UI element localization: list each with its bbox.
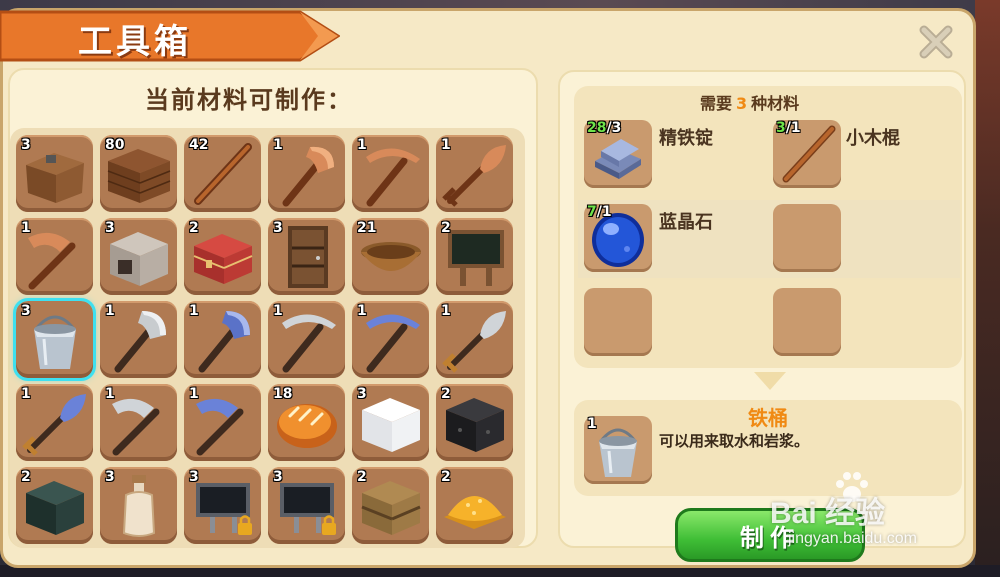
craftable-item-slot[interactable]: 3 (13, 298, 96, 381)
craftable-item-slot[interactable]: 1 (268, 301, 345, 378)
item-count: 3 (189, 469, 199, 485)
craftable-item-slot[interactable]: 2 (16, 467, 93, 544)
down-arrow-icon (754, 372, 786, 390)
window-title: 工具箱 (78, 22, 192, 62)
item-count: 1 (441, 137, 451, 153)
item-count: 3 (273, 220, 283, 236)
craftable-item-slot[interactable]: 1 (184, 301, 261, 378)
craftable-item-slot[interactable]: 2 (184, 218, 261, 295)
item-count: 3 (273, 469, 283, 485)
material-slot-small-stick[interactable]: 3/1 (773, 120, 841, 188)
item-count: 3 (357, 386, 367, 402)
requirements-heading: 需要 3 种材料 (700, 90, 799, 114)
item-count: 80 (105, 137, 125, 153)
item-count: 1 (357, 303, 367, 319)
close-x-icon (919, 25, 953, 59)
watermark-url: jingyan.baidu.com (788, 530, 917, 547)
craftable-item-slot[interactable]: 1 (100, 301, 177, 378)
item-count: 1 (21, 220, 31, 236)
item-count: 3 (105, 220, 115, 236)
item-count: 1 (21, 386, 31, 402)
craftable-item-slot[interactable]: 1 (436, 135, 513, 212)
item-count: 18 (273, 386, 293, 402)
item-count: 1 (441, 303, 451, 319)
craftable-item-slot[interactable]: 3 (352, 384, 429, 461)
craftable-heading: 当前材料可制作： (145, 86, 353, 114)
item-count: 2 (189, 220, 199, 236)
material-slot-empty[interactable] (773, 204, 841, 272)
craftable-item-slot[interactable]: 1 (352, 135, 429, 212)
material-slot-refined-iron[interactable]: 28/3 (584, 120, 652, 188)
craftable-item-slot[interactable]: 2 (436, 467, 513, 544)
item-count: 3 (21, 137, 31, 153)
item-count: 3 (105, 469, 115, 485)
item-count: 2 (357, 469, 367, 485)
craftable-item-slot[interactable]: 3 (268, 467, 345, 544)
item-count: 2 (441, 386, 451, 402)
item-count: 1 (273, 303, 283, 319)
material-slot-empty[interactable] (584, 288, 652, 356)
craftable-item-slot[interactable]: 1 (100, 384, 177, 461)
craftable-item-slot[interactable]: 2 (436, 218, 513, 295)
baidu-watermark: Bai 经验 jingyan.baidu.com (770, 470, 970, 560)
close-button[interactable] (914, 20, 958, 64)
result-count: 1 (587, 416, 597, 432)
result-description: 可以用来取水和岩浆。 (659, 432, 810, 450)
material-count: 3/1 (776, 120, 801, 136)
craftable-item-slot[interactable]: 2 (352, 467, 429, 544)
craftable-item-slot[interactable]: 1 (268, 135, 345, 212)
craftable-item-slot[interactable]: 1 (16, 218, 93, 295)
material-name: 精铁锭 (659, 128, 713, 149)
material-count: 7/1 (587, 204, 612, 220)
requirements-prefix: 需要 (700, 94, 733, 113)
item-count: 1 (189, 303, 199, 319)
item-count: 1 (357, 137, 367, 153)
craftable-item-slot[interactable]: 3 (268, 218, 345, 295)
item-count: 1 (189, 386, 199, 402)
item-count: 2 (441, 220, 451, 236)
craftable-item-slot[interactable]: 1 (184, 384, 261, 461)
craftable-item-slot[interactable]: 2 (436, 384, 513, 461)
watermark-logo: Bai 经验 (770, 497, 886, 530)
craftable-item-slot[interactable]: 18 (268, 384, 345, 461)
craftable-item-slot[interactable]: 1 (436, 301, 513, 378)
item-count: 2 (21, 469, 31, 485)
item-count: 1 (105, 386, 115, 402)
material-slot-empty[interactable] (773, 288, 841, 356)
result-name: 铁桶 (748, 406, 788, 430)
craftable-item-slot[interactable]: 3 (184, 467, 261, 544)
material-name: 小木棍 (846, 128, 900, 149)
material-count: 28/3 (587, 120, 622, 136)
background-scene-right (975, 0, 1000, 577)
craftable-item-slot[interactable]: 3 (100, 218, 177, 295)
craftable-item-slot[interactable]: 1 (352, 301, 429, 378)
craftable-item-slot[interactable]: 42 (184, 135, 261, 212)
craftable-item-slot[interactable]: 21 (352, 218, 429, 295)
item-count: 21 (357, 220, 377, 236)
craftable-item-slot[interactable]: 1 (16, 384, 93, 461)
item-count: 3 (21, 303, 31, 319)
craftable-item-slot[interactable]: 3 (16, 135, 93, 212)
material-name: 蓝晶石 (659, 212, 713, 233)
result-item-slot[interactable]: 1 (584, 416, 652, 484)
craftable-item-slot[interactable]: 80 (100, 135, 177, 212)
requirements-suffix: 种材料 (751, 94, 800, 113)
craftable-item-slot[interactable]: 3 (100, 467, 177, 544)
material-slot-sapphire[interactable]: 7/1 (584, 204, 652, 272)
item-count: 2 (441, 469, 451, 485)
item-count: 1 (273, 137, 283, 153)
item-count: 1 (105, 303, 115, 319)
item-count: 42 (189, 137, 209, 153)
requirements-count: 3 (736, 94, 748, 113)
